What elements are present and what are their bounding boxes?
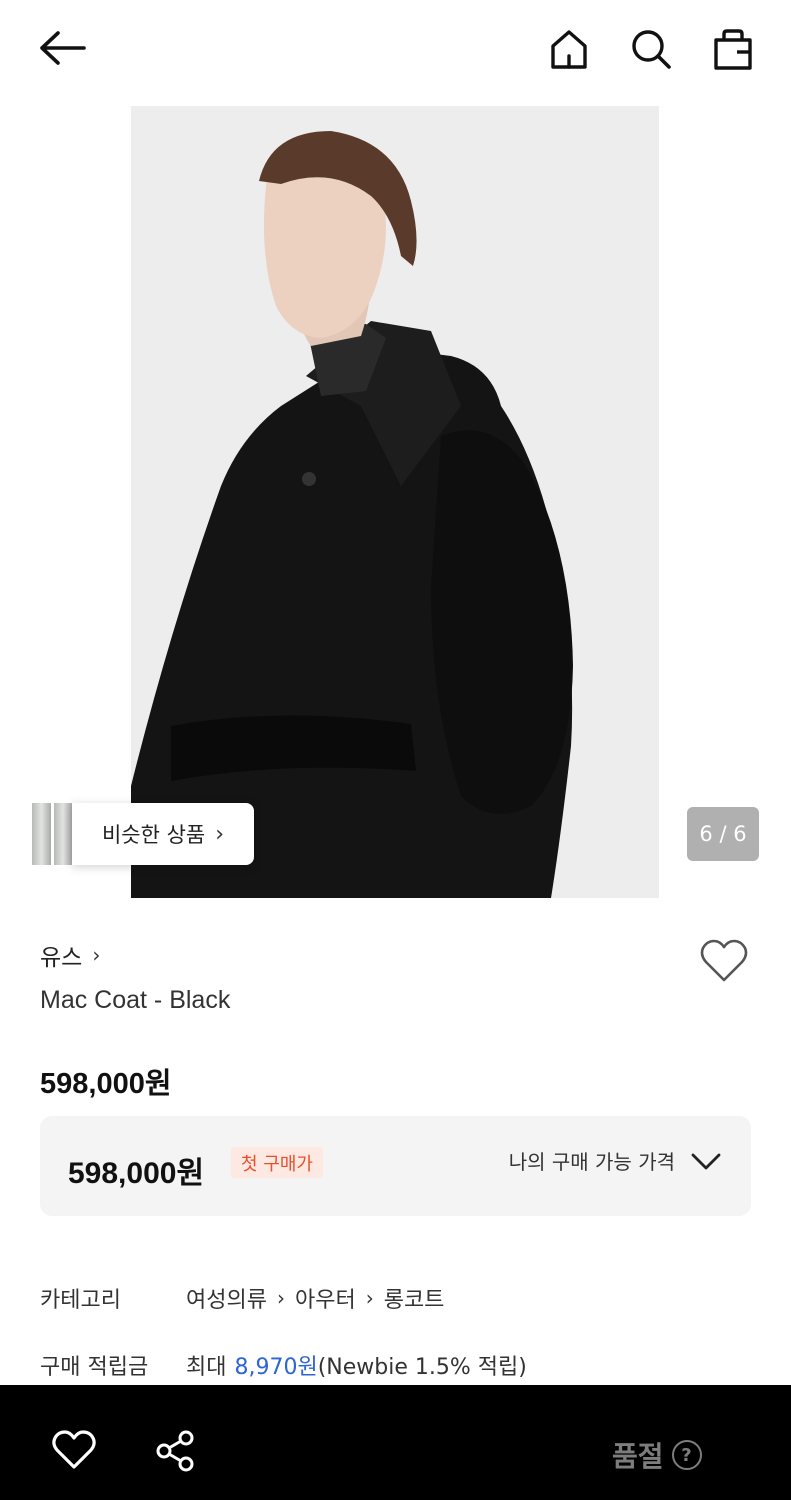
- share-icon: [156, 1430, 194, 1472]
- thumbnail: [53, 803, 72, 865]
- points-value-group: 최대 8,970원 (Newbie 1.5% 적립): [186, 1349, 527, 1381]
- product-image[interactable]: [131, 106, 659, 898]
- first-purchase-price: 598,000원: [68, 1157, 205, 1190]
- question-circle-icon[interactable]: ?: [671, 1440, 702, 1470]
- bottom-action-bar: 품절 ?: [0, 1385, 791, 1500]
- search-button[interactable]: [628, 26, 674, 72]
- purchase-price-box: 598,000원 첫 구매가 나의 구매 가능 가격: [40, 1116, 751, 1216]
- category-long-coat[interactable]: 롱코트: [384, 1282, 445, 1314]
- arrow-left-icon: [40, 31, 86, 65]
- sold-out-label: 품절: [612, 1440, 664, 1473]
- my-price-toggle[interactable]: 나의 구매 가능 가격: [509, 1146, 721, 1175]
- points-value: 8,970원: [234, 1355, 318, 1380]
- my-price-label: 나의 구매 가능 가격: [508, 1150, 675, 1174]
- product-title: Mac Coat - Black: [40, 986, 231, 1014]
- brand-link[interactable]: 유스 ›: [40, 938, 100, 972]
- category-label: 카테고리: [40, 1288, 121, 1313]
- category-women-clothing[interactable]: 여성의류: [186, 1282, 267, 1314]
- category-outer[interactable]: 아우터: [295, 1282, 356, 1314]
- first-purchase-badge: 첫 구매가: [231, 1147, 323, 1178]
- shopping-bag-icon: [714, 29, 752, 70]
- shopping-bag-button[interactable]: [710, 26, 756, 72]
- product-photo: [131, 106, 659, 898]
- bottom-wishlist-button[interactable]: [50, 1429, 98, 1471]
- similar-products-button[interactable]: 비슷한 상품 ›: [32, 803, 254, 865]
- product-price: 598,000원: [40, 1068, 172, 1100]
- chevron-right-icon: ›: [365, 1286, 374, 1310]
- back-button[interactable]: [36, 26, 88, 70]
- search-icon: [632, 30, 671, 69]
- top-navigation-bar: [0, 0, 791, 100]
- points-prefix: 최대: [186, 1355, 227, 1380]
- category-row: 카테고리 여성의류 › 아우터 › 롱코트: [40, 1282, 444, 1314]
- chevron-right-icon: ›: [276, 1286, 285, 1310]
- similar-products-pill: 비슷한 상품 ›: [72, 803, 254, 865]
- heart-icon: [52, 1430, 96, 1469]
- points-label: 구매 적립금: [40, 1355, 149, 1380]
- chevron-right-icon: ›: [92, 943, 101, 967]
- brand-name: 유스: [40, 945, 83, 971]
- home-icon: [551, 30, 587, 69]
- share-button[interactable]: [154, 1429, 198, 1473]
- image-counter: 6 / 6: [687, 807, 759, 861]
- wishlist-button[interactable]: [698, 936, 750, 986]
- thumbnail: [32, 803, 51, 865]
- similar-products-label: 비슷한 상품: [101, 823, 206, 847]
- similar-products-thumbnails: [32, 803, 72, 865]
- category-breadcrumb: 여성의류 › 아우터 › 롱코트: [186, 1282, 444, 1314]
- heart-icon: [700, 939, 748, 982]
- home-button[interactable]: [546, 26, 592, 72]
- points-suffix: (Newbie 1.5% 적립): [317, 1355, 527, 1380]
- chevron-down-icon: [691, 1153, 721, 1169]
- chevron-right-icon: ›: [215, 821, 225, 847]
- points-row: 구매 적립금 최대 8,970원 (Newbie 1.5% 적립): [40, 1349, 527, 1381]
- sold-out-status: 품절 ?: [612, 1435, 702, 1475]
